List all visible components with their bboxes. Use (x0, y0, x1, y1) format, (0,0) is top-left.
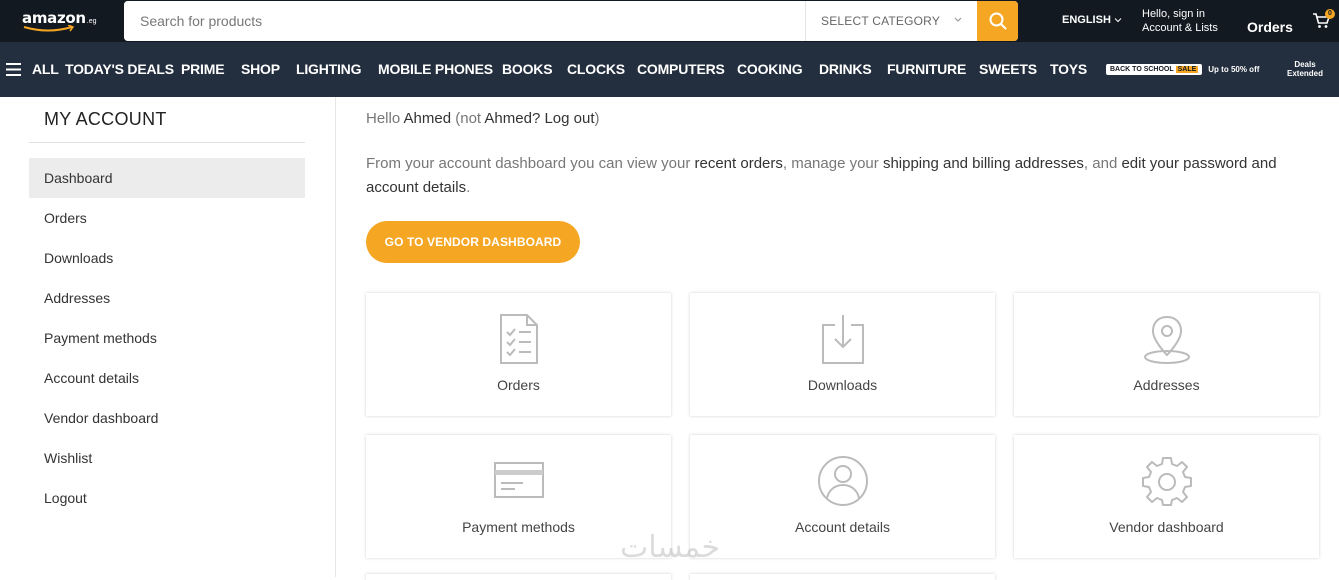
hamburger-menu-icon[interactable] (6, 63, 21, 76)
intro-text-3: , and (1083, 155, 1122, 172)
category-select[interactable]: SELECT CATEGORY (805, 1, 977, 41)
logout-link[interactable]: Log out (544, 110, 594, 127)
account-lists-label: Account & Lists (1142, 22, 1218, 34)
hello-suffix: ) (594, 110, 600, 127)
promo-offer: Up to 50% off (1208, 64, 1260, 74)
download-icon (821, 315, 864, 364)
cart-count-badge: 0 (1325, 9, 1335, 19)
dashboard-card-vendor-dashboard[interactable]: Vendor dashboard (1014, 435, 1319, 558)
watermark-logo: خمسات (585, 528, 755, 568)
sidebar-item-wishlist[interactable]: Wishlist (29, 438, 305, 478)
search-input[interactable] (124, 1, 805, 41)
hello-prefix: Hello (366, 110, 404, 127)
title-divider (29, 142, 305, 143)
card-label: Orders (497, 377, 540, 393)
promo-banner[interactable]: BACK TO SCHOOL SALE Up to 50% off (1106, 61, 1259, 77)
top-header: amazon.eg SELECT CATEGORY ENGLISH Hello,… (0, 0, 1339, 42)
recent-orders-link[interactable]: recent orders (695, 155, 783, 172)
nav-item-cooking[interactable]: COOKING (737, 61, 803, 77)
nav-item-lighting[interactable]: LIGHTING (296, 61, 361, 77)
orders-link[interactable]: Orders (1247, 19, 1293, 35)
dashboard-card-orders[interactable]: Orders (366, 293, 671, 416)
amazon-logo[interactable]: amazon.eg (22, 9, 102, 35)
language-label: ENGLISH (1062, 14, 1111, 26)
promo-deals-line2: Extended (1287, 69, 1324, 78)
sidebar-item-dashboard[interactable]: Dashboard (29, 158, 305, 198)
vendor-dashboard-button[interactable]: GO TO VENDOR DASHBOARD (366, 221, 580, 263)
dashboard-intro: From your account dashboard you can view… (366, 152, 1316, 200)
search-icon (989, 12, 1007, 30)
user-icon (817, 456, 868, 506)
dashboard-card-partial (690, 574, 995, 580)
search-button[interactable] (977, 1, 1018, 41)
hello-mid: (not (451, 110, 485, 127)
nav-item-computers[interactable]: COMPUTERS (637, 61, 725, 77)
language-selector[interactable]: ENGLISH (1062, 14, 1122, 26)
promo-badge: BACK TO SCHOOL SALE (1106, 63, 1203, 75)
my-account-title: MY ACCOUNT (44, 109, 167, 129)
sidebar-item-orders[interactable]: Orders (29, 198, 305, 238)
category-nav: ALL TODAY'S DEALS PRIME SHOP LIGHTING MO… (0, 42, 1339, 97)
nav-item-todays-deals[interactable]: TODAY'S DEALS (65, 61, 174, 77)
location-pin-icon (1143, 315, 1190, 364)
chevron-down-icon (1114, 18, 1122, 23)
intro-text-1: From your account dashboard you can view… (366, 155, 695, 172)
sidebar-divider (335, 97, 336, 577)
orders-icon (499, 314, 538, 364)
nav-item-toys[interactable]: TOYS (1050, 61, 1087, 77)
sidebar-item-logout[interactable]: Logout (29, 478, 305, 518)
promo-deals-line1: Deals (1294, 60, 1316, 69)
chevron-down-icon (954, 17, 962, 22)
logo-tld: .eg (86, 18, 97, 25)
promo-badge-sale: SALE (1175, 65, 1199, 73)
cart-button[interactable]: 0 (1311, 9, 1335, 32)
sidebar-item-account-details[interactable]: Account details (29, 358, 305, 398)
logo-smile-icon (23, 25, 75, 32)
dashboard-card-partial (366, 574, 671, 580)
nav-item-clocks[interactable]: CLOCKS (567, 61, 625, 77)
hello-name: Ahmed (403, 110, 452, 127)
watermark-text: خمسات (619, 530, 721, 565)
intro-text-4: . (466, 179, 471, 196)
search-bar: SELECT CATEGORY (124, 1, 1018, 41)
gear-icon (1141, 457, 1192, 506)
account-menu[interactable]: Hello, sign in Account & Lists (1142, 7, 1218, 35)
nav-all[interactable]: ALL (32, 61, 59, 77)
dashboard-card-downloads[interactable]: Downloads (690, 293, 995, 416)
nav-item-prime[interactable]: PRIME (181, 61, 225, 77)
nav-item-furniture[interactable]: FURNITURE (887, 61, 966, 77)
dashboard-card-addresses[interactable]: Addresses (1014, 293, 1319, 416)
sidebar-item-payment-methods[interactable]: Payment methods (29, 318, 305, 358)
promo-badge-text: BACK TO SCHOOL (1110, 65, 1174, 73)
signin-greeting: Hello, sign in (1142, 8, 1205, 20)
nav-item-shop[interactable]: SHOP (241, 61, 280, 77)
hello-name-alt: Ahmed? (484, 110, 541, 127)
card-label: Vendor dashboard (1109, 519, 1224, 535)
sidebar-item-vendor-dashboard[interactable]: Vendor dashboard (29, 398, 305, 438)
category-select-label: SELECT CATEGORY (821, 14, 941, 28)
sidebar-item-addresses[interactable]: Addresses (29, 278, 305, 318)
nav-item-drinks[interactable]: DRINKS (819, 61, 872, 77)
credit-card-icon (493, 462, 544, 498)
nav-item-sweets[interactable]: SWEETS (979, 61, 1037, 77)
sidebar-item-downloads[interactable]: Downloads (29, 238, 305, 278)
intro-text-2: , manage your (782, 155, 883, 172)
addresses-link[interactable]: shipping and billing addresses (883, 155, 1084, 172)
greeting-text: Hello Ahmed (not Ahmed? Log out) (366, 110, 600, 127)
nav-item-books[interactable]: BOOKS (502, 61, 553, 77)
card-label: Downloads (807, 377, 878, 393)
card-label: Addresses (1133, 377, 1200, 393)
nav-item-mobile-phones[interactable]: MOBILE PHONES (378, 61, 493, 77)
promo-deals-extended[interactable]: Deals Extended (1287, 60, 1323, 78)
